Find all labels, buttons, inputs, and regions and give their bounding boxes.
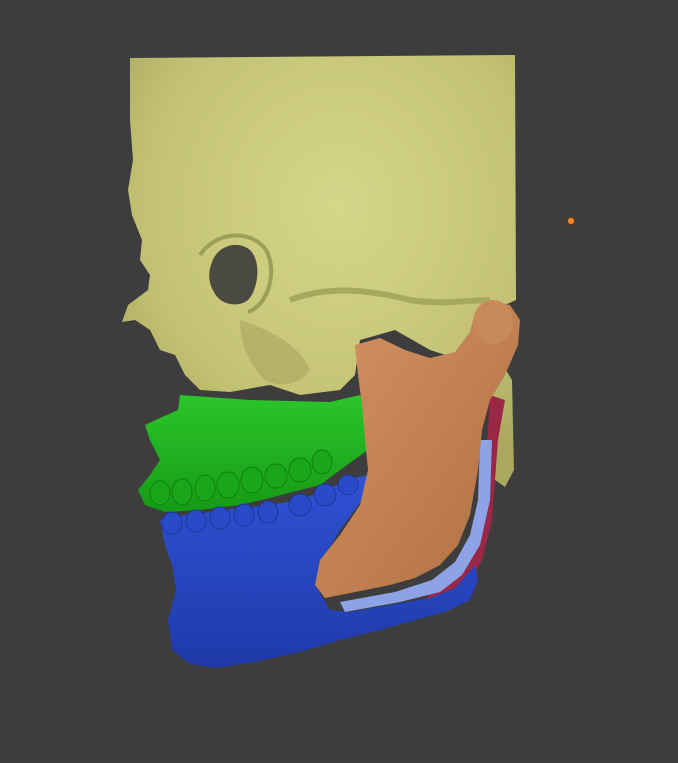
3d-viewport[interactable] bbox=[0, 0, 678, 763]
skull-model[interactable] bbox=[0, 0, 678, 763]
condyle bbox=[473, 300, 513, 344]
object-origin-icon[interactable] bbox=[568, 218, 574, 224]
